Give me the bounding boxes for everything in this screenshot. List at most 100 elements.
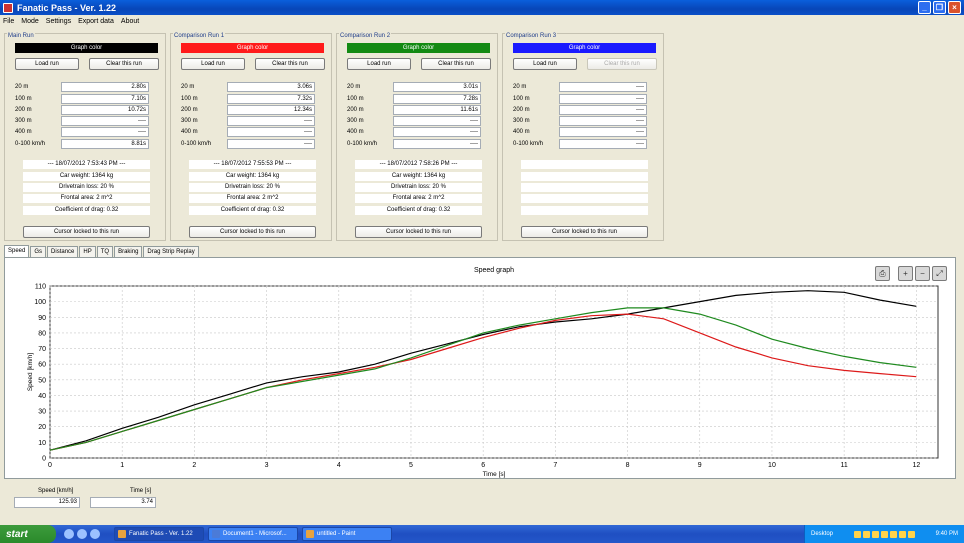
app-icon xyxy=(118,530,126,538)
task-paint[interactable]: untitled - Paint xyxy=(302,527,392,541)
app-icon xyxy=(3,2,13,13)
x-tick-label: 10 xyxy=(768,462,776,469)
y-tick-label: 0 xyxy=(42,456,46,463)
split-label: 300 m xyxy=(181,118,198,124)
cursor-lock-button[interactable]: Cursor locked to this run xyxy=(189,226,316,238)
split-label: 200 m xyxy=(15,107,32,113)
tab-hp[interactable]: HP xyxy=(79,246,96,257)
split-label: 100 m xyxy=(15,96,32,102)
tray-icon[interactable] xyxy=(853,530,861,538)
load-run-button[interactable]: Load run xyxy=(513,58,577,70)
time-readout-value: 3.74 xyxy=(90,497,156,508)
y-tick-label: 20 xyxy=(38,424,46,431)
split-value: ---- xyxy=(559,139,647,149)
window-title: Fanatic Pass - Ver. 1.22 xyxy=(17,2,117,13)
speed-readout-label: Speed [km/h] xyxy=(38,488,74,494)
tab-tq[interactable]: TQ xyxy=(96,246,114,257)
x-tick-label: 1 xyxy=(120,462,124,469)
panel-title: Comparison Run 3 xyxy=(505,33,558,39)
graph-color-button[interactable]: Graph color xyxy=(513,43,656,53)
ie-icon[interactable] xyxy=(64,529,74,539)
cursor-lock-button[interactable]: Cursor locked to this run xyxy=(521,226,648,238)
split-label: 400 m xyxy=(181,129,198,135)
tab-distance[interactable]: Distance xyxy=(47,246,79,257)
run-info-field xyxy=(521,206,648,215)
split-value: 12.34s xyxy=(227,105,315,115)
task-fanatic-pass[interactable]: Fanatic Pass - Ver. 1.22 xyxy=(114,527,204,541)
chart-title: Speed graph xyxy=(474,267,514,274)
media-icon[interactable] xyxy=(90,529,100,539)
start-button[interactable]: start xyxy=(0,525,56,543)
y-axis-label: Speed [km/h] xyxy=(27,353,34,391)
run-info-field: Drivetrain loss: 20 % xyxy=(23,183,150,192)
restore-icon[interactable]: ❐ xyxy=(933,1,946,14)
menu-settings[interactable]: Settings xyxy=(46,18,71,25)
title-bar: Fanatic Pass - Ver. 1.22 _ ❐ × xyxy=(0,0,964,15)
clear-run-button[interactable]: Clear this run xyxy=(587,58,657,70)
run-info-field: Car weight: 1364 kg xyxy=(23,172,150,181)
split-label: 200 m xyxy=(513,107,530,113)
graph-color-button[interactable]: Graph color xyxy=(15,43,158,53)
tray-icon[interactable] xyxy=(871,530,879,538)
browser-icon[interactable] xyxy=(77,529,87,539)
run-panel-1: Comparison Run 1 Graph color Load run Clear… xyxy=(170,33,332,241)
close-icon[interactable]: × xyxy=(948,1,961,14)
run-info-field: Frontal area: 2 m^2 xyxy=(23,194,150,203)
tray-icon[interactable] xyxy=(889,530,897,538)
graph-color-button[interactable]: Graph color xyxy=(347,43,490,53)
split-label: 200 m xyxy=(181,107,198,113)
cursor-lock-button[interactable]: Cursor locked to this run xyxy=(355,226,482,238)
menu-mode[interactable]: Mode xyxy=(21,18,39,25)
split-label: 0-100 km/h xyxy=(15,141,46,147)
split-value: ---- xyxy=(559,94,647,104)
split-label: 100 m xyxy=(513,96,530,102)
menu-export-data[interactable]: Export data xyxy=(78,18,114,25)
split-value: ---- xyxy=(559,82,647,92)
tab-speed[interactable]: Speed xyxy=(4,245,30,257)
desktop-toolbar[interactable]: Desktop xyxy=(811,531,833,537)
paint-icon xyxy=(306,530,314,538)
task-word[interactable]: Document1 - Microsof... xyxy=(208,527,298,541)
load-run-button[interactable]: Load run xyxy=(347,58,411,70)
split-value: 7.32s xyxy=(227,94,315,104)
tray-icon[interactable] xyxy=(880,530,888,538)
x-tick-label: 3 xyxy=(265,462,269,469)
split-value: ---- xyxy=(227,139,315,149)
load-run-button[interactable]: Load run xyxy=(15,58,79,70)
split-label: 20 m xyxy=(181,84,195,90)
minimize-icon[interactable]: _ xyxy=(918,1,931,14)
menu-about[interactable]: About xyxy=(121,18,139,25)
clear-run-button[interactable]: Clear this run xyxy=(421,58,491,70)
tab-gs[interactable]: Gs xyxy=(30,246,47,257)
clear-run-button[interactable]: Clear this run xyxy=(89,58,159,70)
split-label: 0-100 km/h xyxy=(181,141,212,147)
run-info-field: Coefficient of drag: 0.32 xyxy=(355,206,482,215)
run-info-field: --- 18/07/2012 7:58:26 PM --- xyxy=(355,160,482,169)
speed-chart[interactable]: Speed graph0 1 2 3 4 5 6 7 8 9 10 11 120102030405060… xyxy=(5,258,955,478)
tray-icon[interactable] xyxy=(862,530,870,538)
clear-run-button[interactable]: Clear this run xyxy=(255,58,325,70)
run-info-field: Frontal area: 2 m^2 xyxy=(189,194,316,203)
cursor-lock-button[interactable]: Cursor locked to this run xyxy=(23,226,150,238)
tray-icon[interactable] xyxy=(907,530,915,538)
speed-readout-value: 125.93 xyxy=(14,497,80,508)
graph-color-button[interactable]: Graph color xyxy=(181,43,324,53)
split-label: 400 m xyxy=(347,129,364,135)
run-info-field: --- 18/07/2012 7:55:53 PM --- xyxy=(189,160,316,169)
y-tick-label: 40 xyxy=(38,393,46,400)
y-tick-label: 90 xyxy=(38,315,46,322)
tray-icon[interactable] xyxy=(898,530,906,538)
graph-area: ⎙ + − ⤢ Speed graph 0 1 2 3 4 5 6 7 8 9 10 11 12 0 10 20… xyxy=(4,257,956,479)
menu-file[interactable]: File xyxy=(3,18,14,25)
split-value: 7.10s xyxy=(61,94,149,104)
split-label: 20 m xyxy=(513,84,527,90)
tab-drag-strip-replay[interactable]: Drag Strip Replay xyxy=(143,246,199,257)
panel-title: Comparison Run 2 xyxy=(339,33,392,39)
x-axis-label: Time [s] xyxy=(483,471,506,478)
split-value: 8.81s xyxy=(61,139,149,149)
tab-braking[interactable]: Braking xyxy=(114,246,143,257)
x-tick-label: 9 xyxy=(698,462,702,469)
split-value: ---- xyxy=(559,105,647,115)
load-run-button[interactable]: Load run xyxy=(181,58,245,70)
split-label: 100 m xyxy=(347,96,364,102)
